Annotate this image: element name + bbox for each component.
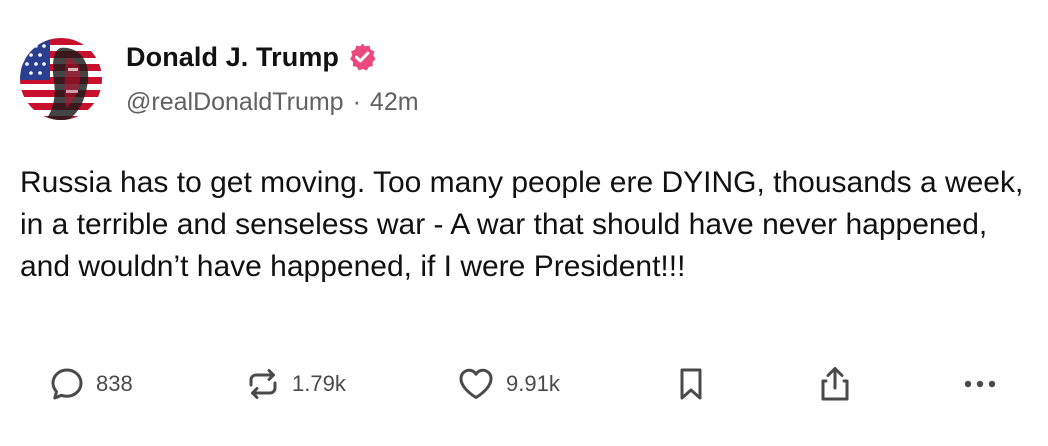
name-row: Donald J. Trump	[126, 40, 419, 74]
share-icon	[816, 364, 854, 404]
heart-icon	[456, 365, 496, 403]
meta-separator: ·	[352, 88, 361, 116]
timestamp[interactable]: 42m	[370, 88, 419, 117]
reply-button[interactable]: 838	[48, 358, 133, 410]
share-button[interactable]	[816, 358, 854, 410]
repost-count: 1.79k	[292, 371, 346, 396]
bookmark-button[interactable]	[674, 358, 708, 410]
repost-icon	[244, 365, 282, 403]
repost-button[interactable]: 1.79k	[244, 358, 346, 410]
post-body: Russia has to get moving. Too many peopl…	[20, 166, 1032, 283]
like-count: 9.91k	[506, 371, 560, 396]
action-bar: 838 1.79k 9.91k	[0, 358, 1048, 410]
bookmark-icon	[674, 365, 708, 403]
author-block: Donald J. Trump @realDonaldTrump · 42m	[126, 40, 419, 117]
verified-badge-icon	[347, 42, 377, 72]
more-dots-icon	[960, 378, 1000, 390]
display-name[interactable]: Donald J. Trump	[126, 42, 339, 73]
avatar-image	[20, 38, 102, 120]
handle[interactable]: @realDonaldTrump	[126, 88, 344, 117]
post-card: Donald J. Trump @realDonaldTrump · 42m R…	[0, 0, 1048, 446]
comment-icon	[48, 365, 86, 403]
more-options-button[interactable]	[960, 358, 1000, 410]
meta-row: @realDonaldTrump · 42m	[126, 88, 419, 117]
like-button[interactable]: 9.91k	[456, 358, 560, 410]
reply-count: 838	[96, 371, 133, 396]
avatar[interactable]	[20, 38, 102, 120]
